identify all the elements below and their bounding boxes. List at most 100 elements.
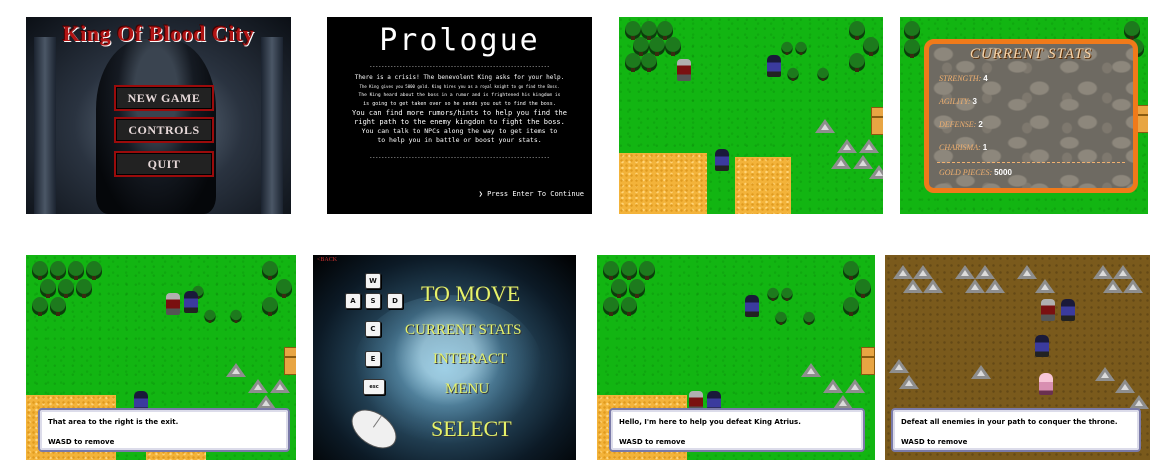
rock-icon [1115,379,1135,393]
tree-icon [775,311,787,325]
menu-label: MENU [445,381,490,397]
stat-label: AGILITY: [939,97,971,106]
tree-icon [803,311,815,325]
dialog-box: Hello, I'm here to help you defeat King … [609,408,865,452]
prologue-line: The King gives you 5000 gold. King hires… [359,84,560,89]
game-logo: King Of Blood City [62,21,255,46]
rock-icon [965,279,985,293]
stats-divider [937,162,1125,163]
rock-icon [859,139,879,153]
select-label: SELECT [431,416,512,441]
tree-icon [230,309,242,323]
dialog-text: That area to the right is the exit. [48,418,179,426]
stats-panel: CURRENT STATS STRENGTH: 4 AGILITY: 3 DEF… [900,17,1148,214]
tree-icon [621,297,637,316]
tree-icon [843,261,859,280]
tree-icon [641,53,657,72]
stat-value: 1 [982,143,988,152]
tree-icon [904,21,920,40]
stat-label: CHARISMA: [939,143,981,152]
tree-icon [58,279,74,298]
rock-icon [869,165,883,179]
c-key: C [365,321,381,337]
prologue-line: You can find more rumors/hints to help y… [352,109,567,117]
tree-icon [276,279,292,298]
enemy-sprite [1039,373,1053,395]
stat-label: STRENGTH: [939,74,982,83]
tree-icon [787,67,799,82]
prologue-line: is going to get taken over so he sends y… [363,101,556,107]
tree-icon [863,37,879,56]
rock-icon [971,365,991,379]
tree-icon [629,279,645,298]
sand-patch [735,157,791,214]
s-key: S [365,293,381,309]
prologue-line: The King heard about the boss in a rumor… [358,93,561,98]
prologue-divider-bottom: ----------------------------------------… [369,155,550,161]
rock-icon [270,379,290,393]
rock-icon [893,265,913,279]
tree-icon [621,261,637,280]
tree-icon [603,297,619,316]
tree-icon [86,261,102,280]
new-game-button[interactable]: NEW GAME [114,85,214,111]
esc-key: esc [363,379,385,395]
controls-button[interactable]: CONTROLS [114,117,214,143]
w-key: W [365,273,381,289]
dialog-box: Defeat all enemies in your path to conqu… [891,408,1141,452]
strength-stat: STRENGTH: 4 [939,74,988,83]
rock-icon [226,363,246,377]
prologue-line: right path to the enemy kingdon to fight… [354,118,565,126]
rock-icon [1103,279,1123,293]
rock-icon [899,375,919,389]
tree-icon [50,261,66,280]
tree-icon [781,41,793,55]
chevron-right-icon: ❯ [478,190,483,198]
dialog-text: Hello, I'm here to help you defeat King … [619,418,801,426]
tree-icon [32,261,48,280]
dialog-hint: WASD to remove [48,438,115,446]
rock-icon [815,119,835,133]
rock-icon [923,279,943,293]
tree-icon [611,279,627,298]
npc-ninja [1035,335,1049,357]
tree-icon [50,297,66,316]
npc-ninja [767,55,781,77]
tree-icon [40,279,56,298]
rock-icon [837,139,857,153]
continue-prompt[interactable]: ❯ Press Enter To Continue [479,190,584,198]
rock-icon [913,265,933,279]
stats-window: CURRENT STATS STRENGTH: 4 AGILITY: 3 DEF… [924,39,1138,193]
move-label: TO MOVE [421,281,521,306]
gold-stat: GOLD PIECES: 5000 [939,168,1012,177]
tree-icon [32,297,48,316]
tree-icon [649,37,665,56]
prologue-text: There is a crisis! The benevolent King a… [331,73,588,145]
player-knight [166,293,180,315]
tree-icon [68,261,84,280]
tree-icon [767,287,779,301]
rock-icon [823,379,843,393]
player-knight [677,59,691,81]
rock-icon [801,363,821,377]
controls-panel: <BACK W A S D C E esc TO MOVE CURRENT ST… [313,255,576,460]
quit-button[interactable]: QUIT [114,151,214,177]
prologue-line: to help you in battle or boost your stat… [377,136,542,144]
stat-value: 2 [978,120,983,129]
tree-icon [262,297,278,316]
rock-icon [1129,395,1149,409]
title-screen-panel: King Of Blood City NEW GAME CONTROLS QUI… [26,17,291,214]
e-key: E [365,351,381,367]
npc-ninja [745,295,759,317]
prologue-panel: Prologue -------------------------------… [327,17,592,214]
throne-path-panel: Defeat all enemies in your path to conqu… [885,255,1150,460]
tree-icon [262,261,278,280]
tree-icon [639,261,655,280]
stat-value: 4 [983,74,988,83]
right-pillar [261,37,283,214]
stats-label: CURRENT STATS [405,322,522,338]
rock-icon [1123,279,1143,293]
rock-icon [845,379,865,393]
back-button[interactable]: <BACK [317,257,337,263]
dialog-hint: WASD to remove [901,438,968,446]
